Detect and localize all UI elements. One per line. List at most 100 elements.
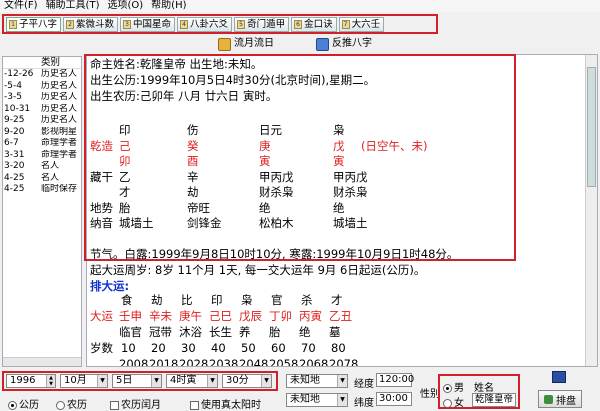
qiyun-line: 起大运周岁: 8岁 11个月 1天, 每一交大运年 9月 6日起运(公历)。: [90, 263, 426, 277]
tab-jinkou[interactable]: 6 金口诀: [291, 16, 337, 32]
dayun-dishi: 养: [239, 325, 251, 339]
dayun-year: 2018: [149, 357, 179, 367]
dayun-year: 2038: [209, 357, 239, 367]
chevron-down-icon[interactable]: ▼: [207, 375, 217, 387]
menu-help[interactable]: 帮助(H): [147, 0, 190, 12]
menu-file[interactable]: 文件(F): [0, 0, 42, 12]
female-label: 女: [454, 398, 464, 409]
lunar-radio[interactable]: 农历: [56, 396, 87, 411]
save-icon[interactable]: [552, 371, 566, 383]
dayun-pillar: 乙丑: [329, 309, 352, 323]
dayun-dishi: 冠带: [149, 325, 172, 339]
hidden-stem: 甲丙戊: [333, 170, 368, 184]
list-item-category: 历史名人: [41, 92, 78, 102]
chevron-down-icon[interactable]: ▼: [261, 375, 271, 387]
hidden-stem-row-label: 藏干: [90, 170, 113, 184]
heavenly-stem: 庚: [259, 139, 271, 153]
list-item-date: 9-20: [4, 126, 25, 137]
tab-number-icon: 6: [294, 19, 303, 29]
chevron-down-icon[interactable]: ▼: [97, 375, 107, 387]
horizontal-scrollbar[interactable]: [3, 357, 81, 366]
dayun-god: 劫: [151, 293, 163, 307]
menu-tools[interactable]: 辅助工具(T): [42, 0, 104, 12]
list-item[interactable]: 9-25 历史名人: [3, 115, 81, 127]
chevron-down-icon[interactable]: ▼: [337, 394, 347, 406]
ten-god: 日元: [259, 123, 282, 137]
tab-liuyao[interactable]: 4 八卦六爻: [177, 16, 233, 32]
dayun-year: 2048: [239, 357, 269, 367]
radio-icon: [443, 398, 452, 408]
suishu-row-label: 岁数: [90, 341, 113, 355]
hour-value: 4时寅: [170, 375, 197, 386]
suishu-value: 50: [241, 341, 256, 355]
list-item-date: 3-31: [4, 149, 25, 160]
list-item[interactable]: 10-31 历史名人: [3, 104, 81, 116]
true-solar-checkbox[interactable]: 使用真太阳时: [190, 396, 261, 411]
tab-xingming[interactable]: 3 中国星命: [120, 16, 176, 32]
ten-god: 伤: [187, 123, 199, 137]
chevron-down-icon[interactable]: ▼: [337, 375, 347, 387]
dayun-year: 2078: [329, 357, 359, 367]
calendar-icon: [218, 37, 231, 51]
list-item-date: 4-25: [4, 172, 25, 183]
list-item-date: 9-25: [4, 115, 25, 125]
chevron-down-icon[interactable]: ▼: [151, 375, 161, 387]
list-item[interactable]: -12-26 历史名人: [3, 69, 81, 81]
tab-liuren[interactable]: 7 大六壬: [338, 16, 385, 32]
day-select[interactable]: 5日 ▼: [112, 374, 162, 388]
tab-label: 八卦六爻: [190, 18, 229, 30]
suishu-value: 60: [271, 341, 286, 355]
dayun-god: 印: [211, 293, 223, 307]
flow-month-day-button[interactable]: 流月流日: [218, 36, 274, 52]
spin-arrows-icon[interactable]: ▲ ▼: [46, 375, 55, 387]
month-select[interactable]: 10月 ▼: [60, 374, 108, 388]
paipan-button[interactable]: 排盘: [538, 390, 582, 408]
suishu-value: 40: [211, 341, 226, 355]
latitude-field[interactable]: 30:00: [376, 392, 412, 406]
jieqi-line: 节气。白露:1999年9月8日10时10分, 寒露:1999年10月9日1时48…: [90, 247, 459, 261]
male-label: 男: [454, 383, 464, 394]
dayun-dishi: 沐浴: [179, 325, 202, 339]
reverse-bazi-button[interactable]: 反推八字: [316, 36, 372, 52]
longitude-field[interactable]: 120:00: [376, 373, 414, 387]
checkbox-icon: [110, 400, 119, 410]
scroll-thumb[interactable]: [587, 67, 596, 187]
name-field[interactable]: 乾隆皇帝: [472, 393, 516, 407]
list-item[interactable]: 4-25 名人: [3, 173, 81, 185]
list-header-category[interactable]: 类别: [3, 57, 81, 69]
list-item[interactable]: 4-25 临时保存: [3, 184, 81, 196]
tab-ziping[interactable]: 1 子平八字: [6, 16, 62, 32]
list-item-category: 名人: [41, 161, 60, 171]
list-item[interactable]: 9-20 影视明星: [3, 127, 81, 139]
heavenly-stem: 癸: [187, 139, 199, 153]
list-item[interactable]: -5-4 历史名人: [3, 81, 81, 93]
list-item-category: 临时保存: [41, 184, 78, 194]
nayin: 松柏木: [259, 216, 294, 230]
leap-month-checkbox[interactable]: 农历闰月: [110, 396, 161, 411]
tab-qimen[interactable]: 5 奇门遁甲: [234, 16, 290, 32]
tab-ziwei[interactable]: 2 紫微斗数: [63, 16, 119, 32]
menu-options[interactable]: 选项(O): [103, 0, 147, 12]
heavenly-stem: 己: [119, 139, 131, 153]
list-item[interactable]: 3-31 命理学者: [3, 150, 81, 162]
tab-number-icon: 2: [66, 19, 75, 29]
list-item[interactable]: 3-20 名人: [3, 161, 81, 173]
dayun-year: 2008: [119, 357, 149, 367]
module-toolbar: 1 子平八字 2 紫微斗数 3 中国星命 4 八卦六爻 5 奇门遁甲 6 金口诀 7 大六壬: [0, 12, 600, 34]
minute-select[interactable]: 30分 ▼: [222, 374, 272, 388]
birthplace-sub-select[interactable]: 未知地 ▼: [286, 393, 348, 407]
hidden-god: 财杀枭: [259, 185, 294, 199]
hour-select[interactable]: 4时寅 ▼: [166, 374, 218, 388]
vertical-scrollbar[interactable]: [585, 55, 597, 366]
male-radio[interactable]: 男: [443, 379, 464, 394]
female-radio[interactable]: 女: [443, 394, 464, 409]
list-item[interactable]: 6-7 命理学者: [3, 138, 81, 150]
minute-value: 30分: [226, 375, 249, 386]
birthplace-select[interactable]: 未知地 ▼: [286, 374, 348, 388]
solar-radio[interactable]: 公历: [8, 396, 39, 411]
year-spinner[interactable]: 1996 ▲ ▼: [6, 374, 56, 388]
list-item[interactable]: -3-5 历史名人: [3, 92, 81, 104]
leap-month-label: 农历闰月: [121, 400, 161, 411]
chart-text-area[interactable]: 命主姓名:乾隆皇帝 出生地:未知。 出生公历:1999年10月5日4时30分(北…: [86, 54, 598, 367]
suishu-value: 30: [181, 341, 196, 355]
